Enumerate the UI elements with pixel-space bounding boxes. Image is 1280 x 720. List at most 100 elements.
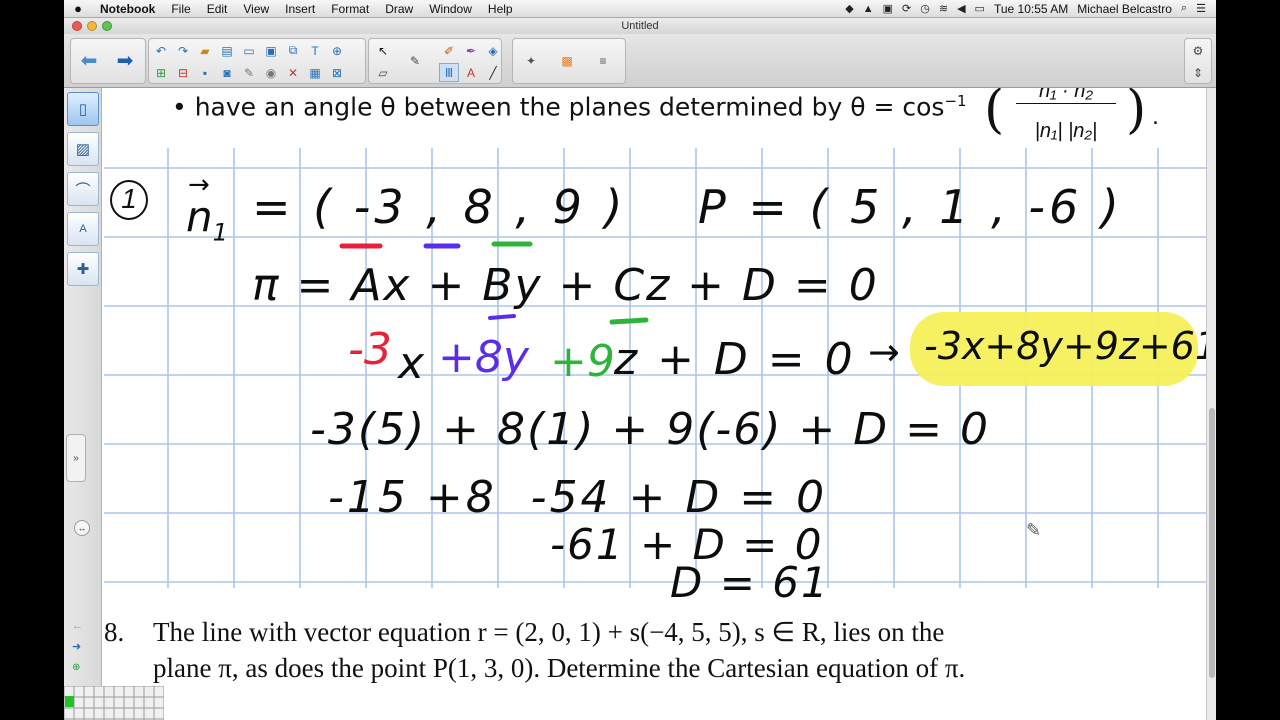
fill-icon[interactable]: ◈ (483, 41, 503, 60)
undo-icon[interactable]: ↶ (151, 41, 171, 60)
nav-group: ⬅ ➡ (70, 38, 146, 84)
display-icon[interactable]: ▣ (261, 41, 281, 60)
fraction-denominator: |n₁| |n₂| (1034, 120, 1098, 142)
sync-icon[interactable]: ⟳ (902, 2, 911, 15)
page-thumbnail-strip[interactable] (64, 685, 165, 720)
window-title-bar: Untitled (64, 18, 1216, 34)
close-icon[interactable]: ⊠ (327, 63, 347, 82)
graph-paper-grid (104, 148, 1206, 588)
screen-icon[interactable]: ▣ (883, 2, 893, 15)
wifi-icon[interactable]: ≋ (939, 2, 948, 15)
record-icon[interactable]: ◉ (261, 63, 281, 82)
camera-icon[interactable]: ◙ (217, 63, 237, 82)
gallery-icon[interactable]: ▨ (67, 132, 99, 166)
side-tabs: ▯ ▨ ⌒ A ✚ » ↔ ← ➜ ⊕ (64, 88, 102, 720)
menu-insert[interactable]: Insert (277, 2, 323, 16)
window-title: Untitled (621, 20, 659, 32)
select-arrow-icon[interactable]: ↖ (373, 41, 393, 60)
battery-icon[interactable]: ▭ (975, 2, 985, 15)
problem-number-circle: 1 (110, 180, 148, 220)
substituted-a: -3 (348, 324, 392, 375)
substituted-rest: z + D = 0 (614, 334, 856, 385)
clear-page-icon[interactable]: ✎ (239, 63, 259, 82)
highlighter-icon[interactable]: ✒ (461, 41, 481, 60)
normal-vector-label: → n1 (186, 170, 228, 247)
clock[interactable]: Tue 10:55 AM (994, 2, 1068, 16)
sidebar-move-icon[interactable]: ↔ (74, 520, 90, 536)
status-area: ◆ ▲ ▣ ⟳ ◷ ≋ ◀ ▭ Tue 10:55 AM Michael Bel… (845, 2, 1216, 16)
question-8: 8. The line with vector equation r = (2,… (104, 614, 1204, 686)
vertical-scrollbar[interactable] (1206, 88, 1216, 720)
attachments-icon[interactable]: ⌒ (67, 172, 99, 206)
toolbar-toggle-icon[interactable]: ⇕ (1188, 63, 1208, 82)
page-indicator (64, 685, 165, 720)
bullet-angle-text: • have an angle θ between the planes det… (172, 92, 967, 121)
text-tool-icon[interactable]: T (305, 41, 325, 60)
menu-draw[interactable]: Draw (377, 2, 421, 16)
delete-icon[interactable]: ✕ (283, 63, 303, 82)
menu-app-notebook[interactable]: Notebook (92, 2, 163, 16)
pen-colors-icon[interactable]: Ⅲ (439, 63, 459, 82)
menu-help[interactable]: Help (480, 2, 521, 16)
spotlight-search-icon[interactable]: ⌕ (1181, 2, 1187, 15)
save-icon[interactable]: ▪ (195, 63, 215, 82)
substituted-b: +8y (438, 332, 529, 383)
pen-group: ↖ ✎ ▱ ✐ ✒ ◈ Ⅲ A ╱ (368, 38, 502, 84)
line-style-icon[interactable]: ≡ (593, 51, 613, 70)
question-line-1: The line with vector equation r = (2, 0,… (153, 617, 945, 647)
next-page-icon[interactable]: ➡ (115, 50, 135, 72)
n-subscript: 1 (212, 218, 228, 247)
user-name[interactable]: Michael Belcastro (1077, 2, 1172, 16)
screen-shade-icon[interactable]: ▭ (239, 41, 259, 60)
delete-page-icon[interactable]: ⊟ (173, 63, 193, 82)
menu-file[interactable]: File (163, 2, 198, 16)
cartesian-answer: -3x+8y+9z+61=0 (924, 324, 1206, 368)
capture-icon[interactable]: ⧉ (283, 41, 303, 60)
line-tool-icon[interactable]: ╱ (483, 63, 503, 82)
question-number: 8. (104, 617, 125, 647)
text-color-icon[interactable]: A (461, 63, 481, 82)
add-page-icon[interactable]: ⊕ (72, 662, 80, 673)
insert-page-icon[interactable]: ⊞ (151, 63, 171, 82)
pen-icon[interactable]: ✎ (405, 51, 425, 70)
coefficient-underlines (488, 314, 649, 325)
table-icon[interactable]: ▦ (305, 63, 325, 82)
drive-icon[interactable]: ▲ (863, 3, 874, 15)
volume-icon[interactable]: ◀ (957, 2, 965, 15)
fraction-numerator: n₁ · n₂ (1016, 88, 1116, 104)
next-arrow-icon[interactable]: ➜ (72, 640, 81, 653)
previous-page-icon[interactable]: ⬅ (79, 50, 99, 72)
n-with-arrow: → n (186, 170, 213, 241)
properties-group: ✦ ▩ ≡ (512, 38, 626, 84)
timemachine-icon[interactable]: ◷ (920, 2, 930, 15)
dropbox-icon[interactable]: ◆ (845, 2, 853, 15)
magic-pen-icon[interactable]: ✦ (521, 51, 541, 70)
addons-icon[interactable]: ✚ (67, 252, 99, 286)
magnify-icon[interactable]: ⊕ (327, 41, 347, 60)
creative-pen-icon[interactable]: ✐ (439, 41, 459, 60)
right-paren: ) (1126, 88, 1147, 140)
paste-icon[interactable]: ▤ (217, 41, 237, 60)
menu-window[interactable]: Window (421, 2, 480, 16)
menu-view[interactable]: View (235, 2, 277, 16)
page-sorter-icon[interactable]: ▯ (67, 92, 99, 126)
redo-icon[interactable]: ↷ (173, 41, 193, 60)
point-p: P = ( 5 , 1 , -6 ) (698, 180, 1123, 234)
prev-arrow-icon[interactable]: ← (72, 620, 83, 632)
eraser-icon[interactable]: ▱ (373, 63, 393, 82)
normal-vector-values: = ( -3 , 8 , 9 ) (252, 180, 627, 234)
menu-edit[interactable]: Edit (199, 2, 236, 16)
apple-menu-icon[interactable]: ● (64, 1, 92, 16)
open-folder-icon[interactable]: ▰ (195, 41, 215, 60)
gear-icon[interactable]: ⚙ (1188, 41, 1208, 60)
notification-list-icon[interactable]: ☰ (1196, 2, 1206, 15)
menu-format[interactable]: Format (323, 2, 377, 16)
scrollbar-thumb[interactable] (1209, 408, 1215, 678)
sidebar-collapse-icon[interactable]: » (66, 434, 86, 482)
implies-arrow: → (868, 330, 900, 374)
color-palette-icon[interactable]: ▩ (557, 51, 577, 70)
screen: ● Notebook File Edit View Insert Format … (64, 0, 1216, 720)
whiteboard-page[interactable]: • have an angle θ between the planes det… (104, 88, 1206, 688)
simplified-line: -15 +8 -54 + D = 0 (328, 472, 828, 523)
properties-icon[interactable]: A (67, 212, 99, 246)
